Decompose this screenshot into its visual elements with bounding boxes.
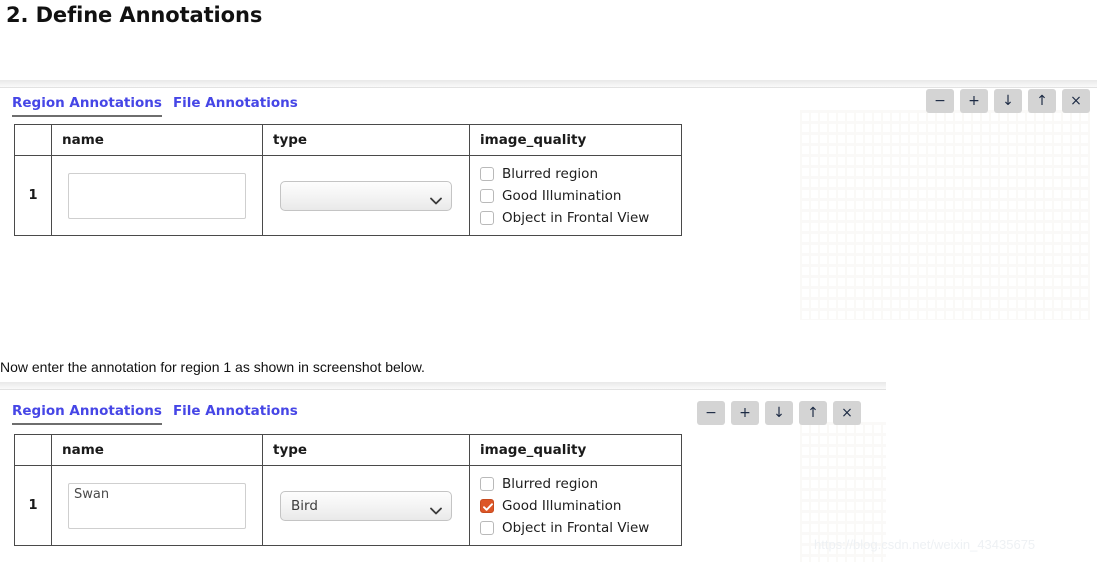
- check-icon: [483, 502, 493, 511]
- panel-toolbar-filled: − + ↓ ↑ ×: [697, 401, 861, 425]
- arrow-down-icon: ↓: [773, 405, 785, 421]
- row-index: 1: [14, 155, 52, 236]
- checkbox-label-object-frontal-view: Object in Frontal View: [502, 519, 650, 536]
- column-header-quality: image_quality: [469, 434, 682, 466]
- checkbox-row-good-illumination[interactable]: Good Illumination: [480, 495, 681, 517]
- tab-file-annotations[interactable]: File Annotations: [173, 403, 298, 423]
- checkbox-object-frontal-view[interactable]: [480, 520, 494, 535]
- checkbox-object-frontal-view[interactable]: [480, 210, 494, 225]
- tabbar-filled: Region Annotations File Annotations: [12, 400, 298, 425]
- checkbox-label-blurred-region: Blurred region: [502, 475, 598, 492]
- minus-button[interactable]: −: [697, 401, 725, 425]
- column-header-type: type: [262, 124, 470, 156]
- watermark-texture: [800, 110, 1090, 320]
- close-icon: ×: [1070, 93, 1082, 109]
- annotation-table-filled: name type image_quality 1 Bird: [14, 434, 682, 546]
- move-down-button[interactable]: ↓: [994, 89, 1022, 113]
- type-cell: [262, 155, 470, 236]
- panel-toolbar-empty: − + ↓ ↑ ×: [926, 89, 1090, 113]
- checkbox-label-good-illumination: Good Illumination: [502, 497, 622, 514]
- table-row: 1 Bird Blurred r: [14, 465, 682, 546]
- minus-icon: −: [705, 405, 717, 421]
- page-title: 2. Define Annotations: [6, 3, 263, 27]
- type-select[interactable]: Bird: [280, 490, 452, 521]
- table-row: 1 Blurred region Good Illumination Objec…: [14, 155, 682, 236]
- annotation-panel-filled: Region Annotations File Annotations − + ↓…: [0, 382, 886, 567]
- checkbox-label-good-illumination: Good Illumination: [502, 187, 622, 204]
- chevron-down-icon: [430, 501, 442, 520]
- close-button[interactable]: ×: [833, 401, 861, 425]
- row-index: 1: [14, 465, 52, 546]
- arrow-up-icon: ↑: [807, 405, 819, 421]
- minus-icon: −: [934, 93, 946, 109]
- column-header-name: name: [51, 434, 263, 466]
- name-cell: [51, 155, 263, 236]
- image-quality-group: Blurred region Good Illumination Object …: [470, 158, 681, 234]
- tab-region-annotations[interactable]: Region Annotations: [12, 95, 162, 117]
- name-input[interactable]: [68, 172, 246, 219]
- chevron-down-icon: [430, 191, 442, 210]
- image-quality-group: Blurred region Good Illumination Object …: [470, 468, 681, 544]
- panel-top-band: [0, 382, 886, 390]
- arrow-up-icon: ↑: [1036, 93, 1048, 109]
- close-button[interactable]: ×: [1062, 89, 1090, 113]
- close-icon: ×: [841, 405, 853, 421]
- instruction-text: Now enter the annotation for region 1 as…: [0, 359, 425, 375]
- plus-icon: +: [968, 93, 980, 109]
- plus-icon: +: [739, 405, 751, 421]
- watermark-texture: [800, 422, 886, 562]
- image-quality-cell: Blurred region Good Illumination Object …: [469, 465, 682, 546]
- checkbox-row-blurred-region[interactable]: Blurred region: [480, 163, 681, 185]
- plus-button[interactable]: +: [960, 89, 988, 113]
- image-quality-cell: Blurred region Good Illumination Object …: [469, 155, 682, 236]
- checkbox-label-object-frontal-view: Object in Frontal View: [502, 209, 650, 226]
- column-header-index: [14, 124, 52, 156]
- plus-button[interactable]: +: [731, 401, 759, 425]
- move-up-button[interactable]: ↑: [799, 401, 827, 425]
- checkbox-row-good-illumination[interactable]: Good Illumination: [480, 185, 681, 207]
- checkbox-label-blurred-region: Blurred region: [502, 165, 598, 182]
- panel-top-band: [0, 80, 1097, 88]
- annotation-panel-empty: Region Annotations File Annotations − + ↓…: [0, 80, 1097, 345]
- arrow-down-icon: ↓: [1002, 93, 1014, 109]
- name-input[interactable]: [68, 482, 246, 529]
- table-header-row: name type image_quality: [14, 434, 682, 466]
- column-header-quality: image_quality: [469, 124, 682, 156]
- tab-file-annotations[interactable]: File Annotations: [173, 95, 298, 115]
- tabbar-empty: Region Annotations File Annotations: [12, 92, 298, 117]
- table-header-row: name type image_quality: [14, 124, 682, 156]
- checkbox-row-object-frontal-view[interactable]: Object in Frontal View: [480, 207, 681, 229]
- type-cell: Bird: [262, 465, 470, 546]
- checkbox-blurred-region[interactable]: [480, 166, 494, 181]
- name-cell: [51, 465, 263, 546]
- checkbox-good-illumination[interactable]: [480, 188, 494, 203]
- column-header-index: [14, 434, 52, 466]
- annotation-table-empty: name type image_quality 1 Blurred region…: [14, 124, 682, 236]
- move-up-button[interactable]: ↑: [1028, 89, 1056, 113]
- type-select-value: Bird: [291, 497, 318, 514]
- checkbox-blurred-region[interactable]: [480, 476, 494, 491]
- checkbox-good-illumination[interactable]: [480, 498, 494, 513]
- column-header-type: type: [262, 434, 470, 466]
- checkbox-row-object-frontal-view[interactable]: Object in Frontal View: [480, 517, 681, 539]
- move-down-button[interactable]: ↓: [765, 401, 793, 425]
- column-header-name: name: [51, 124, 263, 156]
- checkbox-row-blurred-region[interactable]: Blurred region: [480, 473, 681, 495]
- minus-button[interactable]: −: [926, 89, 954, 113]
- tab-region-annotations[interactable]: Region Annotations: [12, 403, 162, 425]
- type-select[interactable]: [280, 180, 452, 211]
